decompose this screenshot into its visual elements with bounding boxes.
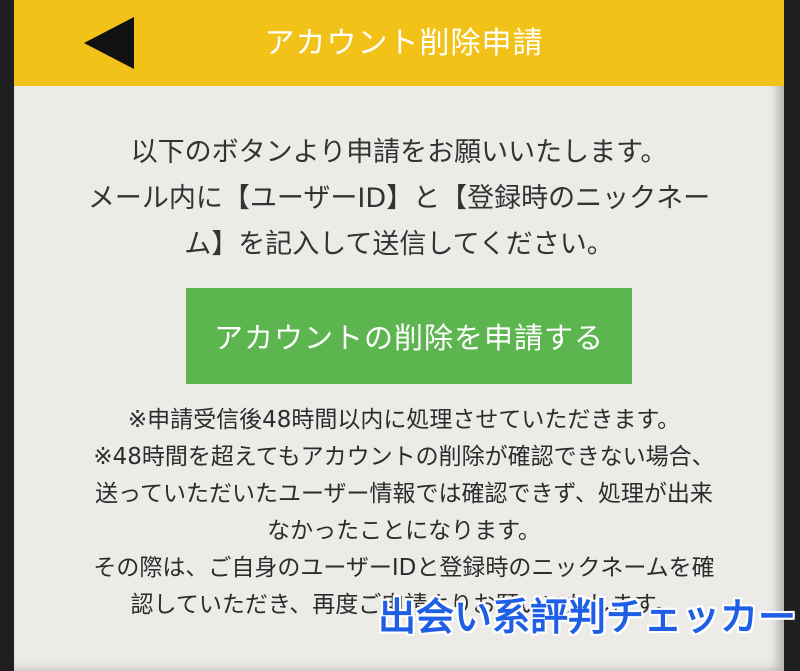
note-line: 送っていただいたユーザー情報では確認できず、処理が出来	[95, 481, 713, 507]
intro-text: 以下のボタンより申請をお願いいたします。 メール内に【ユーザーID】と【登録時の…	[14, 130, 784, 268]
app-screen: アカウント削除申請 以下のボタンより申請をお願いいたします。 メール内に【ユーザ…	[14, 0, 784, 671]
page-title: アカウント削除申請	[264, 26, 544, 61]
watermark-text: 出会い系評判チェッカー	[378, 595, 797, 639]
back-arrow-icon	[84, 17, 134, 69]
back-button[interactable]	[74, 8, 144, 78]
note-line: なかったことになります。	[267, 518, 541, 544]
note-line: その際は、ご自身のユーザーIDと登録時のニックネームを確	[93, 555, 715, 581]
note-line: ※48時間を超えてもアカウントの削除が確認できない場合、	[93, 444, 715, 470]
request-deletion-button[interactable]: アカウントの削除を申請する	[186, 288, 632, 384]
intro-line: メール内に【ユーザーID】と【登録時のニックネー	[87, 183, 711, 214]
note-line: ※申請受信後48時間以内に処理させていただきます。	[127, 407, 681, 433]
header-bar: アカウント削除申請	[14, 0, 784, 86]
intro-line: 以下のボタンより申請をお願いいたします。	[130, 137, 668, 168]
intro-line: ム】を記入して送信してください。	[184, 229, 614, 260]
